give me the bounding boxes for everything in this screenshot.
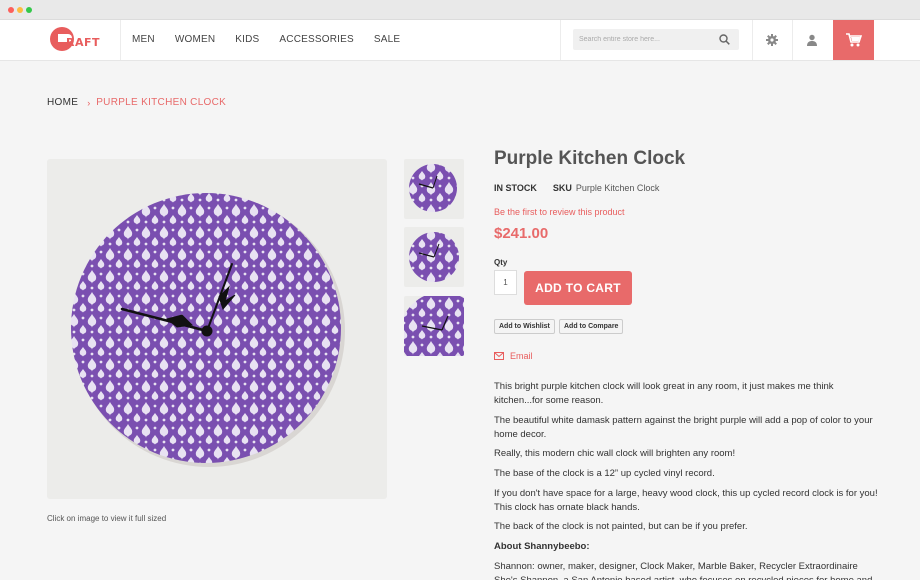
- sku-value: Purple Kitchen Clock: [575, 183, 660, 193]
- close-window-dot[interactable]: [8, 7, 14, 13]
- clock-thumbnail-image: [409, 164, 457, 212]
- browser-chrome: [0, 0, 920, 20]
- search-input[interactable]: [579, 32, 714, 47]
- cart-button[interactable]: [833, 20, 874, 60]
- site-header: RAFT MEN WOMEN KIDS ACCESSORIES SALE: [0, 20, 920, 61]
- product-main-image[interactable]: [47, 159, 387, 499]
- divider: [120, 20, 121, 60]
- qty-label: Qty: [494, 258, 508, 267]
- description-paragraph: The back of the clock is not painted, bu…: [494, 521, 748, 532]
- sku-label: SKU: [552, 183, 572, 193]
- clock-thumbnail-image: [404, 296, 464, 356]
- gear-icon[interactable]: [765, 33, 779, 47]
- stock-row: IN STOCK SKU Purple Kitchen Clock: [494, 183, 659, 193]
- logo-text: RAFT: [66, 36, 101, 49]
- email-link[interactable]: Email: [494, 351, 533, 361]
- add-to-cart-button[interactable]: ADD TO CART: [524, 271, 632, 305]
- description-heading: About Shannybeebo:: [494, 541, 590, 552]
- search-icon[interactable]: [719, 34, 730, 45]
- description-paragraph: The base of the clock is a 12” up cycled…: [494, 468, 715, 479]
- email-label: Email: [510, 351, 533, 361]
- product-thumbnail[interactable]: [404, 159, 464, 219]
- breadcrumb-home-link[interactable]: HOME: [47, 97, 78, 108]
- search-box: [573, 29, 739, 50]
- product-price: $241.00: [494, 225, 549, 242]
- minimize-window-dot[interactable]: [17, 7, 23, 13]
- description-paragraph: This bright purple kitchen clock will lo…: [494, 381, 834, 406]
- description-paragraph: Really, this modern chic wall clock will…: [494, 448, 736, 459]
- user-icon[interactable]: [805, 33, 819, 47]
- description-paragraph: If you don't have space for a large, hea…: [494, 488, 878, 513]
- stock-status: IN STOCK: [494, 183, 537, 193]
- description-paragraph: The beautiful white damask pattern again…: [494, 415, 873, 440]
- clock-thumbnail-image: [409, 232, 459, 282]
- breadcrumb-current: PURPLE KITCHEN CLOCK: [96, 97, 227, 108]
- product-title: Purple Kitchen Clock: [494, 148, 686, 169]
- nav-item-accessories[interactable]: ACCESSORIES: [279, 34, 353, 45]
- nav-item-men[interactable]: MEN: [132, 34, 155, 45]
- nav-item-kids[interactable]: KIDS: [235, 34, 259, 45]
- cart-icon: [846, 33, 862, 47]
- product-thumbnail[interactable]: [404, 227, 464, 287]
- image-caption: Click on image to view it full sized: [47, 514, 167, 523]
- add-to-wishlist-button[interactable]: Add to Wishlist: [494, 319, 555, 334]
- add-to-compare-button[interactable]: Add to Compare: [559, 319, 624, 334]
- logo[interactable]: RAFT: [50, 27, 110, 53]
- divider: [752, 20, 753, 60]
- product-thumbnail[interactable]: [404, 296, 464, 356]
- chevron-right-icon: ›: [87, 97, 91, 108]
- envelope-icon: [494, 352, 504, 360]
- nav-item-women[interactable]: WOMEN: [175, 34, 215, 45]
- divider: [792, 20, 793, 60]
- description-paragraph: Shannon: owner, maker, designer, Clock M…: [494, 561, 873, 580]
- breadcrumb: HOME › PURPLE KITCHEN CLOCK: [47, 97, 226, 108]
- divider: [560, 20, 561, 60]
- clock-image: [71, 193, 345, 467]
- nav-item-sale[interactable]: SALE: [374, 34, 400, 45]
- main-nav: MEN WOMEN KIDS ACCESSORIES SALE: [132, 34, 420, 45]
- maximize-window-dot[interactable]: [26, 7, 32, 13]
- qty-input[interactable]: [494, 270, 517, 295]
- review-link[interactable]: Be the first to review this product: [494, 207, 625, 217]
